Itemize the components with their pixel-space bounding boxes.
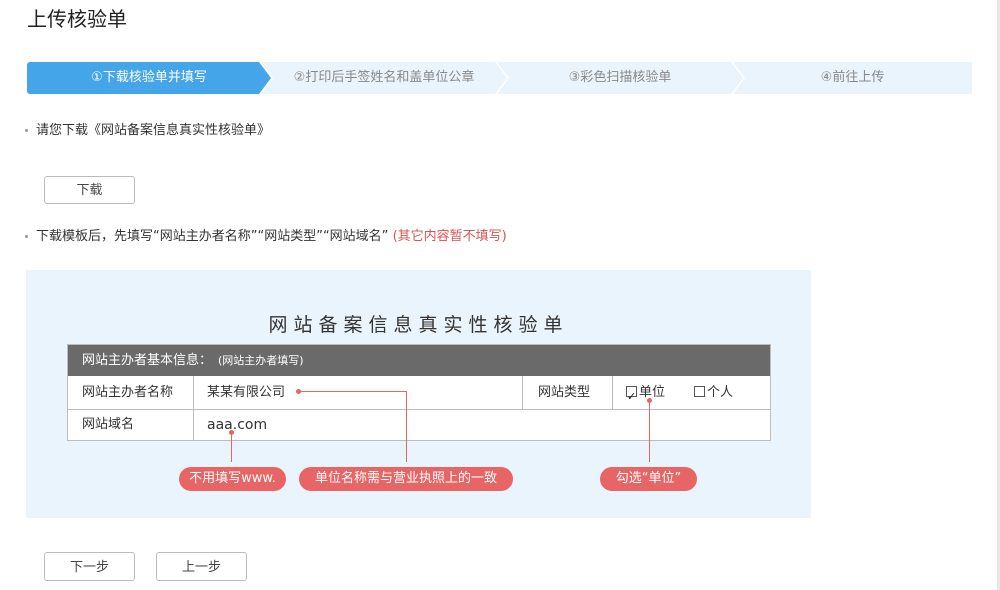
callout-name-tip: 单位名称需与营业执照上的一致 bbox=[299, 467, 513, 491]
unchecked-box-icon bbox=[694, 386, 705, 397]
type-tip-guide-line bbox=[649, 400, 650, 462]
name-tip-guide-line-v bbox=[406, 391, 407, 462]
bullet-dot-icon bbox=[25, 235, 28, 238]
instruction-fill-note: (其它内容暂不填写) bbox=[392, 229, 507, 244]
sample-form-table: 网站主办者基本信息： (网站主办者填写) 网站主办者名称 某某有限公司 网站类型 … bbox=[67, 344, 771, 441]
instruction-download: 请您下载《网站备案信息真实性核验单》 bbox=[25, 121, 270, 141]
site-type-company-label: 单位 bbox=[639, 385, 666, 400]
callout-type-tip: 勾选“单位” bbox=[600, 467, 697, 491]
sample-form-panel: 网站备案信息真实性核验单 网站主办者基本信息： (网站主办者填写) 网站主办者名称… bbox=[26, 270, 811, 518]
section-header-note: (网站主办者填写) bbox=[218, 354, 304, 367]
instruction-fill-text: 下载模板后，先填写“网站主办者名称”“网站类型”“网站域名” bbox=[36, 229, 389, 244]
domain-tip-guide-line bbox=[231, 432, 232, 462]
checked-box-icon bbox=[626, 381, 637, 413]
sample-form-title: 网站备案信息真实性核验单 bbox=[268, 314, 569, 336]
section-header-label: 网站主办者基本信息： bbox=[82, 353, 213, 368]
owner-name-label: 网站主办者名称 bbox=[82, 385, 174, 400]
site-type-personal-label: 个人 bbox=[707, 385, 734, 400]
domain-value: aaa.com bbox=[207, 417, 268, 433]
step-3-color-scan: ③彩色扫描核验单 bbox=[497, 62, 743, 94]
page-title: 上传核验单 bbox=[27, 7, 127, 31]
name-tip-guide-line-h bbox=[301, 391, 406, 392]
prev-step-button[interactable]: 上一步 bbox=[156, 552, 247, 581]
step-1-download-fill: ①下载核验单并填写 bbox=[27, 62, 271, 94]
callout-domain-tip: 不用填写www. bbox=[179, 467, 286, 491]
site-type-personal-option: 个人 bbox=[694, 377, 733, 409]
bullet-dot-icon bbox=[25, 129, 28, 132]
site-type-label: 网站类型 bbox=[538, 385, 591, 400]
sample-form-section-header: 网站主办者基本信息： (网站主办者填写) bbox=[68, 345, 770, 376]
site-type-company-option: 单位 bbox=[626, 377, 666, 413]
step-progress: ①下载核验单并填写 ②打印后手签姓名和盖单位公章 ③彩色扫描核验单 ④前往上传 bbox=[27, 62, 972, 94]
step-4-upload: ④前往上传 bbox=[733, 62, 972, 94]
step-2-sign-stamp: ②打印后手签姓名和盖单位公章 bbox=[261, 62, 507, 94]
owner-name-value: 某某有限公司 bbox=[207, 385, 286, 400]
domain-label: 网站域名 bbox=[82, 417, 135, 432]
next-step-button[interactable]: 下一步 bbox=[44, 552, 135, 581]
download-button[interactable]: 下载 bbox=[44, 176, 135, 204]
instruction-download-text: 请您下载《网站备案信息真实性核验单》 bbox=[36, 123, 271, 138]
instruction-fill: 下载模板后，先填写“网站主办者名称”“网站类型”“网站域名” (其它内容暂不填写… bbox=[25, 227, 507, 247]
